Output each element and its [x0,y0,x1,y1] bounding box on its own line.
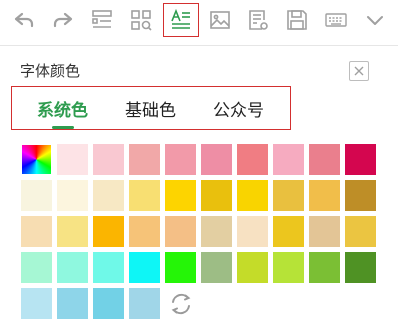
color-swatch[interactable] [165,216,196,247]
color-swatch[interactable] [57,252,88,283]
editor-toolbar [0,0,398,42]
save-icon [287,10,307,30]
color-swatch[interactable] [165,252,196,283]
color-swatch[interactable] [21,180,52,211]
document-settings-icon [249,10,268,30]
color-swatch[interactable] [93,180,124,211]
color-swatch[interactable] [129,252,160,283]
color-swatch[interactable] [93,144,124,175]
color-swatch[interactable] [237,144,268,175]
color-swatch[interactable] [93,216,124,247]
collapse-toolbar-button[interactable] [357,3,393,37]
close-button[interactable] [349,61,369,81]
document-settings-button[interactable] [240,3,276,37]
color-swatch[interactable] [165,144,196,175]
text-color-icon [171,8,190,29]
color-swatch[interactable] [21,252,52,283]
color-swatch[interactable] [309,252,340,283]
tab-system-colors[interactable]: 系统色 [37,96,88,121]
grid-search-button[interactable] [123,3,159,37]
color-swatch[interactable] [57,288,88,319]
color-swatch[interactable] [345,216,376,247]
color-swatch[interactable] [93,288,124,319]
color-swatch[interactable] [165,180,196,211]
color-swatch[interactable] [309,216,340,247]
color-swatch[interactable] [201,216,232,247]
keyboard-button[interactable] [318,3,354,37]
save-button[interactable] [279,3,315,37]
color-swatch[interactable] [237,180,268,211]
color-swatch[interactable] [273,144,304,175]
color-swatch[interactable] [237,252,268,283]
color-swatch[interactable] [201,144,232,175]
grid-search-icon [131,10,152,31]
active-tab-indicator [52,126,74,129]
panel-title: 字体颜色 [20,62,81,80]
custom-color-picker-swatch[interactable] [21,144,52,175]
color-swatch[interactable] [21,216,52,247]
color-swatch[interactable] [345,252,376,283]
layout-button[interactable] [84,3,120,37]
color-swatch[interactable] [309,144,340,175]
undo-button[interactable] [6,3,42,37]
redo-icon [53,12,73,28]
color-swatch[interactable] [309,180,340,211]
refresh-icon [171,293,190,314]
color-swatch[interactable] [273,252,304,283]
color-swatch[interactable] [57,216,88,247]
tab-official-account[interactable]: 公众号 [213,96,264,121]
chevron-down-icon [367,16,383,25]
keyboard-icon [325,13,347,27]
color-swatch[interactable] [237,216,268,247]
redo-button[interactable] [45,3,81,37]
undo-icon [14,12,34,28]
color-swatch[interactable] [129,144,160,175]
color-swatch[interactable] [57,180,88,211]
color-swatch[interactable] [21,288,52,319]
color-swatch[interactable] [129,180,160,211]
layout-list-icon [92,10,112,28]
image-icon [210,11,230,29]
color-swatch[interactable] [273,216,304,247]
color-swatch[interactable] [93,252,124,283]
color-swatch[interactable] [129,216,160,247]
color-swatch[interactable] [129,288,160,319]
color-swatch[interactable] [201,252,232,283]
color-swatch[interactable] [273,180,304,211]
text-color-button[interactable] [163,3,199,37]
close-icon [354,66,364,76]
tab-basic-colors[interactable]: 基础色 [125,96,176,121]
color-swatch[interactable] [57,144,88,175]
color-swatch[interactable] [345,180,376,211]
color-swatch[interactable] [201,180,232,211]
toolbar-divider [0,45,398,46]
image-button[interactable] [202,3,238,37]
color-swatch[interactable] [345,144,376,175]
refresh-button[interactable] [165,288,196,319]
